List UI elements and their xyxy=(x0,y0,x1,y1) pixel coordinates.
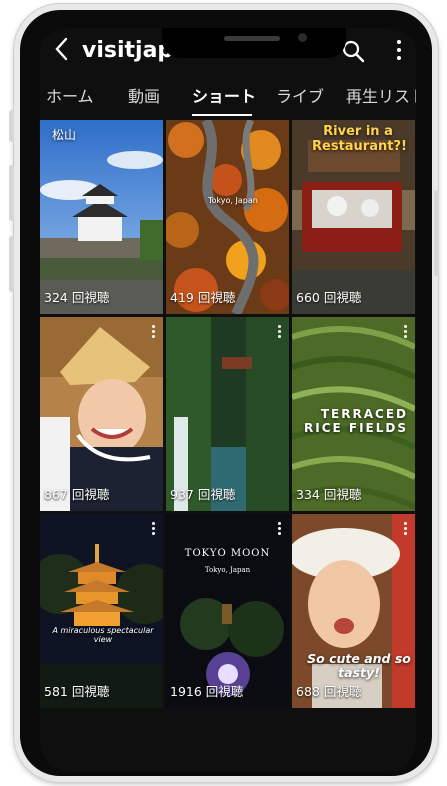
view-count: 937 回視聴 xyxy=(170,487,236,502)
channel-tabs: ホーム 動画 ショート ライブ 再生リスト xyxy=(40,84,416,118)
more-vert-icon[interactable] xyxy=(277,522,281,536)
short-thumbnail[interactable]: TERRACED RICE FIELDS 334 回視聴 xyxy=(292,317,415,511)
more-vert-icon[interactable] xyxy=(403,522,407,536)
more-vert-icon[interactable] xyxy=(151,522,155,536)
autumn-road-thumbnail-image xyxy=(166,120,289,314)
tokyo-moon-thumbnail-image xyxy=(166,514,289,708)
view-count: 688 回視聴 xyxy=(296,684,362,699)
view-count: 324 回視聴 xyxy=(44,290,110,305)
more-vert-icon[interactable] xyxy=(403,325,407,339)
tab-live[interactable]: ライブ xyxy=(276,84,324,110)
short-thumbnail[interactable]: 867 回視聴 xyxy=(40,317,163,511)
short-overlay-text: A miraculous spectacular view xyxy=(52,626,154,644)
short-thumbnail[interactable]: 松山 324 回視聴 xyxy=(40,120,163,314)
tab-videos[interactable]: 動画 xyxy=(128,84,160,110)
short-overlay-text: TERRACED RICE FIELDS xyxy=(304,407,408,435)
short-overlay-title: TOKYO MOON xyxy=(184,548,271,559)
notch xyxy=(162,28,346,58)
castle-thumbnail-image xyxy=(40,120,163,314)
short-thumbnail[interactable]: TOKYO MOON Tokyo, Japan 1916 回視聴 xyxy=(166,514,289,708)
view-count: 419 回視聴 xyxy=(170,290,236,305)
dancer-thumbnail-image xyxy=(40,317,163,511)
speaker xyxy=(224,36,280,41)
short-overlay-text: So cute and so tasty! xyxy=(307,651,411,680)
short-overlay-text: Tokyo, Japan xyxy=(208,196,258,205)
more-vert-icon[interactable] xyxy=(151,325,155,339)
more-vert-icon[interactable] xyxy=(277,325,281,339)
view-count: 1916 回視聴 xyxy=(170,684,244,699)
app-screen: visitjapan ホーム 動画 ショート ライブ 再生リスト xyxy=(40,28,416,772)
phone-mute-switch xyxy=(9,110,14,142)
active-tab-indicator xyxy=(192,114,252,116)
more-vert-icon[interactable] xyxy=(396,40,402,62)
view-count: 581 回視聴 xyxy=(44,684,110,699)
tab-playlists[interactable]: 再生リスト xyxy=(346,84,416,110)
short-thumbnail[interactable]: So cute and so tasty! 688 回視聴 xyxy=(292,514,415,708)
back-arrow-icon[interactable] xyxy=(48,36,76,66)
short-overlay-subtitle: Tokyo, Japan xyxy=(204,566,251,574)
short-overlay-script: 松山 xyxy=(52,128,77,142)
gorge-thumbnail-image xyxy=(166,317,289,511)
phone-power-button xyxy=(434,190,439,276)
short-thumbnail[interactable]: 937 回視聴 xyxy=(166,317,289,511)
short-thumbnail[interactable]: River in a Restaurant?! 660 回視聴 xyxy=(292,120,415,314)
pagoda-thumbnail-image xyxy=(40,514,163,708)
tab-home[interactable]: ホーム xyxy=(46,84,94,110)
tab-shorts[interactable]: ショート xyxy=(192,84,256,110)
view-count: 660 回視聴 xyxy=(296,290,362,305)
view-count: 334 回視聴 xyxy=(296,487,362,502)
shorts-grid: 松山 324 回視聴 Tokyo, Japan 419 回視聴 River in… xyxy=(40,120,416,772)
phone-volume-down xyxy=(9,236,14,292)
short-thumbnail[interactable]: A miraculous spectacular view 581 回視聴 xyxy=(40,514,163,708)
short-overlay-text: River in a Restaurant?! xyxy=(312,124,407,154)
view-count: 867 回視聴 xyxy=(44,487,110,502)
phone-volume-up xyxy=(9,165,14,221)
short-thumbnail[interactable]: Tokyo, Japan 419 回視聴 xyxy=(166,120,289,314)
front-camera xyxy=(298,33,307,42)
